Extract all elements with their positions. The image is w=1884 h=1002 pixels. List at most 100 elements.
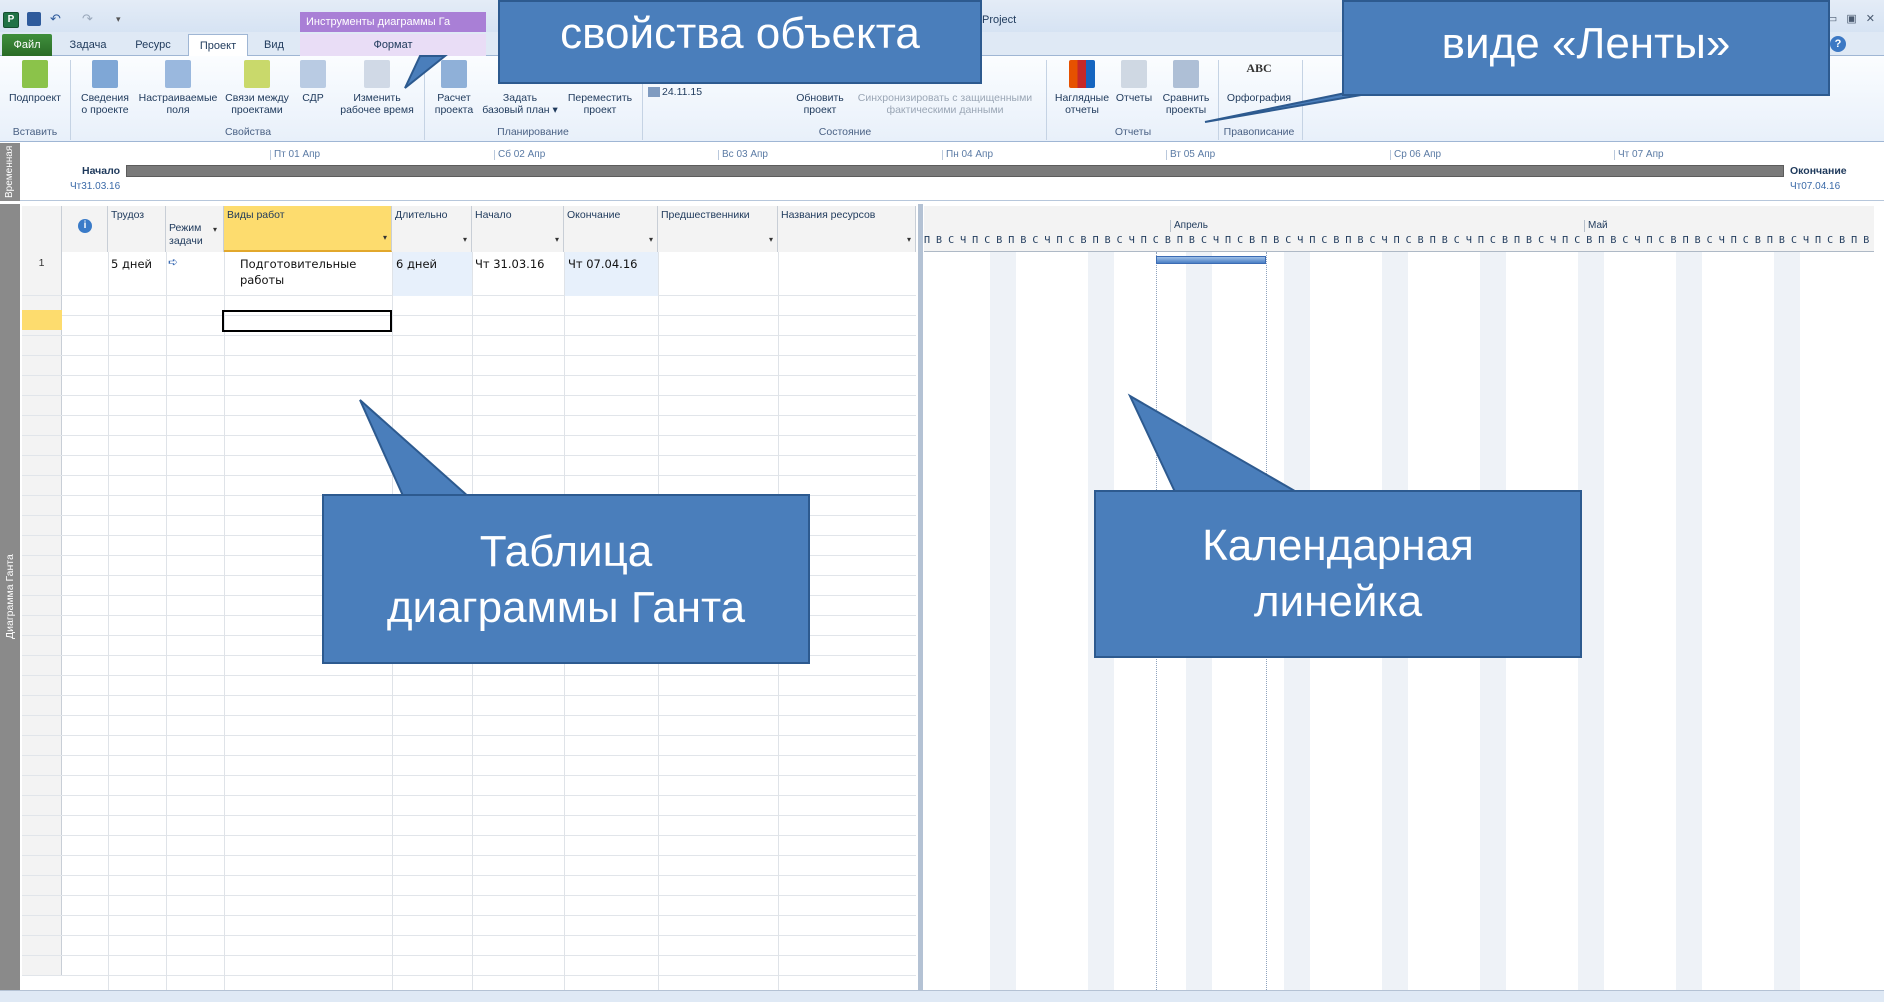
cell-work[interactable]: 5 дней	[111, 256, 152, 272]
window-controls[interactable]: ▭ ▣ ✕	[1827, 12, 1878, 25]
project-app-icon[interactable]: P	[3, 12, 19, 28]
calculate-project-button[interactable]: Расчет проекта	[428, 60, 480, 116]
task-bar[interactable]	[1156, 256, 1266, 264]
row-number[interactable]	[22, 636, 62, 655]
subproject-button[interactable]: Подпроект	[4, 60, 66, 104]
redo-icon[interactable]: ↷	[82, 12, 96, 26]
table-row[interactable]	[22, 956, 916, 976]
row-number[interactable]	[22, 336, 62, 355]
row-number[interactable]	[22, 516, 62, 535]
table-row[interactable]	[22, 296, 916, 316]
timeline-bar[interactable]	[126, 165, 1784, 177]
tab-file[interactable]: Файл	[2, 34, 52, 56]
view-bar[interactable]: Диаграмма Ганта	[0, 204, 20, 990]
table-row[interactable]	[22, 676, 916, 696]
row-number[interactable]	[22, 656, 62, 675]
table-row[interactable]	[22, 716, 916, 736]
chevron-down-icon[interactable]: ▾	[383, 231, 387, 244]
table-row[interactable]	[22, 396, 916, 416]
row-number[interactable]: 1	[22, 252, 62, 295]
wbs-button[interactable]: СДР	[296, 60, 330, 104]
row-number[interactable]	[22, 576, 62, 595]
table-row[interactable]	[22, 936, 916, 956]
row-number[interactable]	[22, 756, 62, 775]
selected-cell[interactable]	[222, 310, 392, 332]
undo-icon[interactable]: ↶	[50, 12, 64, 26]
row-number[interactable]	[22, 896, 62, 915]
table-row[interactable]	[22, 836, 916, 856]
tab-task[interactable]: Задача	[62, 34, 114, 56]
table-row[interactable]	[22, 736, 916, 756]
row-number[interactable]	[22, 596, 62, 615]
table-row[interactable]	[22, 816, 916, 836]
compare-projects-button[interactable]: Сравнить проекты	[1156, 60, 1216, 116]
cell-start[interactable]: Чт 31.03.16	[475, 256, 544, 272]
column-header-work[interactable]: Трудоз	[108, 206, 166, 252]
column-header-task-name[interactable]: Виды работ ▾	[224, 206, 392, 252]
table-row[interactable]: 1 5 дней ➪ Подготовительные работы 6 дне…	[22, 252, 916, 296]
row-number[interactable]	[22, 796, 62, 815]
status-date-field[interactable]: 24.11.15	[648, 86, 702, 98]
select-all-corner[interactable]	[22, 206, 62, 252]
column-header-finish[interactable]: Окончание ▾	[564, 206, 658, 252]
row-number[interactable]	[22, 776, 62, 795]
row-number[interactable]	[22, 396, 62, 415]
row-number[interactable]	[22, 736, 62, 755]
table-row[interactable]	[22, 436, 916, 456]
table-row[interactable]	[22, 696, 916, 716]
change-working-time-button[interactable]: Изменить рабочее время	[334, 60, 420, 116]
chevron-down-icon[interactable]: ▾	[907, 233, 911, 246]
table-row[interactable]	[22, 356, 916, 376]
custom-fields-button[interactable]: Настраиваемые поля	[136, 60, 220, 116]
help-icon[interactable]: ?	[1830, 36, 1846, 52]
table-row[interactable]	[22, 336, 916, 356]
reports-button[interactable]: Отчеты	[1114, 60, 1154, 104]
row-number[interactable]	[22, 876, 62, 895]
split-divider[interactable]	[918, 204, 923, 994]
column-indicators[interactable]: i	[62, 206, 108, 252]
row-number[interactable]	[22, 456, 62, 475]
row-number[interactable]	[22, 716, 62, 735]
row-number[interactable]	[22, 696, 62, 715]
links-between-projects-button[interactable]: Связи между проектами	[222, 60, 292, 116]
row-number[interactable]	[22, 616, 62, 635]
table-row[interactable]	[22, 416, 916, 436]
cell-duration[interactable]: 6 дней	[393, 252, 472, 296]
chevron-down-icon[interactable]: ▾	[649, 233, 653, 246]
visual-reports-button[interactable]: Наглядные отчеты	[1050, 60, 1114, 116]
column-header-start[interactable]: Начало ▾	[472, 206, 564, 252]
table-row[interactable]	[22, 876, 916, 896]
row-number[interactable]	[22, 416, 62, 435]
project-info-button[interactable]: Сведения о проекте	[76, 60, 134, 116]
row-number[interactable]	[22, 936, 62, 955]
chevron-down-icon[interactable]: ▾	[463, 233, 467, 246]
row-number[interactable]	[22, 676, 62, 695]
column-header-resource-names[interactable]: Названия ресурсов ▾	[778, 206, 916, 252]
table-row[interactable]	[22, 796, 916, 816]
row-number[interactable]	[22, 356, 62, 375]
cell-finish[interactable]: Чт 07.04.16	[565, 252, 658, 296]
table-row[interactable]	[22, 456, 916, 476]
table-row[interactable]	[22, 316, 916, 336]
tab-project[interactable]: Проект	[188, 34, 248, 57]
row-number[interactable]	[22, 556, 62, 575]
cell-task-name[interactable]: Подготовительные работы	[240, 256, 356, 288]
row-number[interactable]	[22, 496, 62, 515]
table-row[interactable]	[22, 776, 916, 796]
column-header-predecessors[interactable]: Предшественники ▾	[658, 206, 778, 252]
row-number[interactable]	[22, 476, 62, 495]
timeline[interactable]: Временная Пт 01 Апр Сб 02 Апр Вс 03 Апр …	[0, 143, 1884, 201]
table-row[interactable]	[22, 756, 916, 776]
row-number[interactable]	[22, 916, 62, 935]
row-number[interactable]	[22, 376, 62, 395]
row-number[interactable]	[22, 836, 62, 855]
customize-qat-icon[interactable]: ▾	[116, 12, 126, 26]
row-number[interactable]	[22, 856, 62, 875]
save-icon[interactable]	[27, 12, 41, 26]
row-number[interactable]	[22, 436, 62, 455]
table-row[interactable]	[22, 376, 916, 396]
column-header-task-mode[interactable]: Режим задачи ▾	[166, 206, 224, 252]
selected-row-number[interactable]	[22, 310, 62, 330]
table-row[interactable]	[22, 476, 916, 496]
table-row[interactable]	[22, 916, 916, 936]
